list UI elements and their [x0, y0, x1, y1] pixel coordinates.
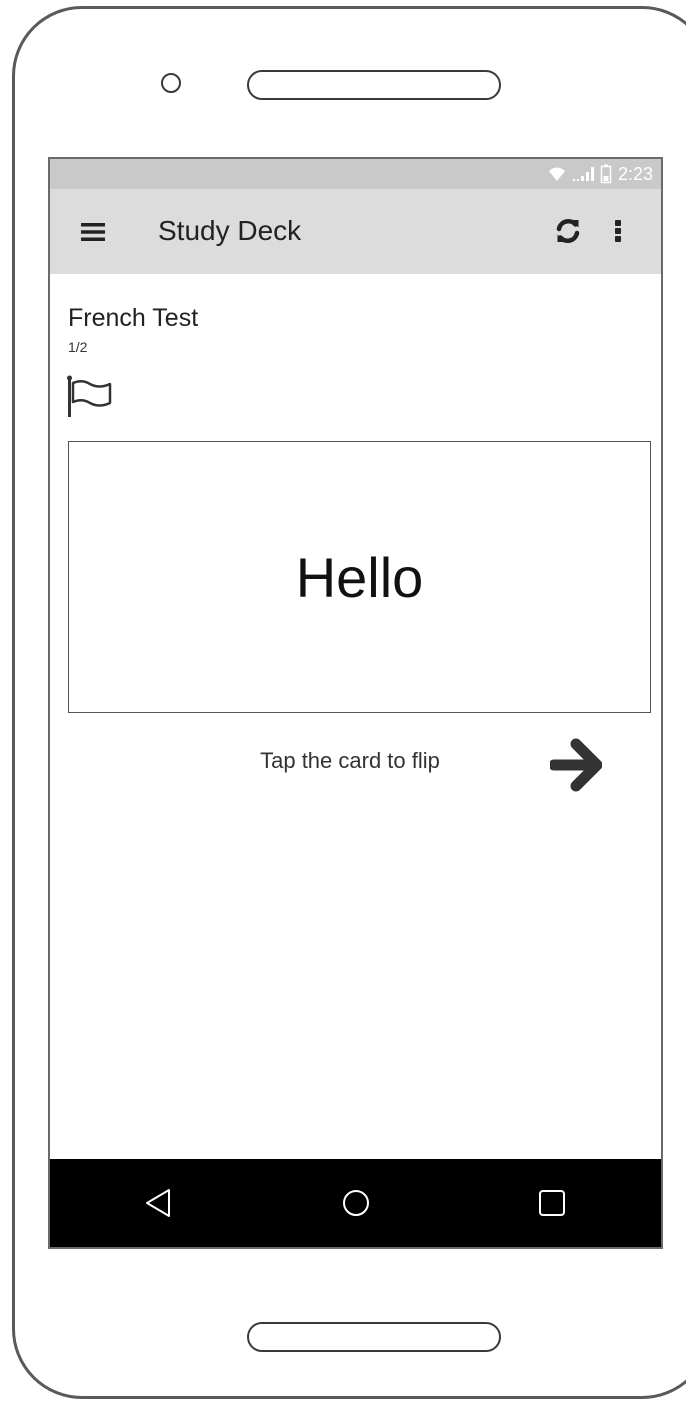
wifi-icon	[548, 166, 566, 182]
nav-home-button[interactable]	[334, 1181, 378, 1225]
flag-button[interactable]	[66, 375, 116, 419]
menu-button[interactable]	[78, 217, 108, 247]
refresh-icon	[556, 219, 580, 243]
nav-back-button[interactable]	[136, 1181, 180, 1225]
card-text: Hello	[295, 545, 424, 609]
phone-screen: 2:23 Study Deck French Test 1/2 Hello Ta…	[48, 157, 663, 1249]
system-nav-bar	[50, 1159, 661, 1247]
overflow-menu-button[interactable]	[606, 215, 630, 247]
refresh-button[interactable]	[552, 215, 584, 247]
signal-icon	[572, 166, 594, 182]
flag-icon	[67, 375, 112, 417]
flip-hint: Tap the card to flip	[260, 748, 440, 773]
battery-icon	[600, 164, 612, 184]
front-camera	[161, 73, 181, 93]
flashcard[interactable]: Hello	[68, 441, 651, 713]
deck-title: French Test	[68, 304, 199, 332]
more-vert-icon	[615, 220, 621, 242]
status-bar: 2:23	[50, 159, 661, 189]
card-progress: 1/2	[68, 339, 88, 355]
next-card-button[interactable]	[546, 737, 606, 793]
top-speaker	[247, 70, 501, 100]
bottom-speaker	[247, 1322, 501, 1352]
app-bar: Study Deck	[50, 189, 661, 274]
recents-icon	[539, 1190, 565, 1216]
back-icon	[146, 1189, 170, 1217]
app-title: Study Deck	[158, 215, 302, 246]
nav-recents-button[interactable]	[530, 1181, 574, 1225]
menu-icon	[81, 223, 105, 241]
home-icon	[343, 1190, 369, 1216]
arrow-right-icon	[550, 738, 602, 792]
status-time: 2:23	[617, 163, 653, 184]
